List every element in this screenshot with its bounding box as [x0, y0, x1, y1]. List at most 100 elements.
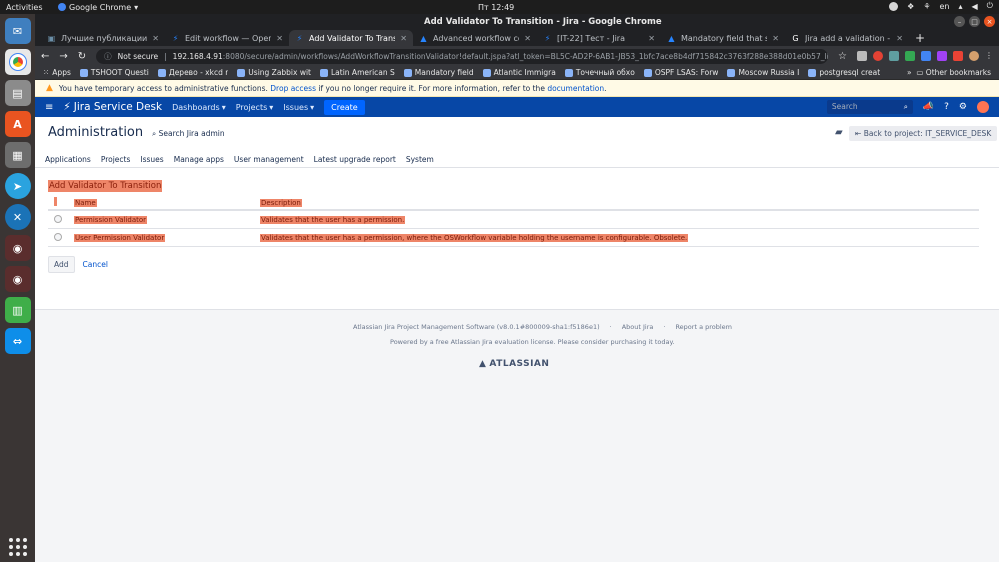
- close-icon[interactable]: ×: [984, 16, 995, 27]
- bookmark-item[interactable]: Mandatory field: [403, 68, 474, 77]
- info-icon[interactable]: ⓘ: [104, 51, 112, 62]
- url-field[interactable]: ⓘ Not secure | 192.168.4.91:8080/secure/…: [96, 48, 829, 64]
- teamviewer-icon[interactable]: ⇔: [4, 328, 31, 354]
- browser-tab-active[interactable]: ⚡ Add Validator To Transiti ✕: [289, 30, 413, 46]
- name-column-header: Name: [74, 198, 97, 207]
- table-row[interactable]: User Permission Validator Validates that…: [48, 229, 979, 247]
- terminal-record-icon-2[interactable]: ◉: [4, 266, 31, 292]
- dropbox-icon[interactable]: ❖: [907, 2, 914, 11]
- tab-close-icon[interactable]: ✕: [524, 34, 531, 43]
- tab-latest-upgrade-report[interactable]: Latest upgrade report: [314, 155, 396, 164]
- cancel-link[interactable]: Cancel: [83, 260, 108, 269]
- search-jira-admin[interactable]: ⌕ Search Jira admin: [152, 129, 225, 139]
- star-icon[interactable]: ☆: [838, 51, 847, 62]
- browser-tab[interactable]: G Jira add a validation - По ✕: [785, 30, 909, 46]
- add-button[interactable]: Add: [48, 256, 75, 273]
- validator-radio[interactable]: [54, 214, 62, 223]
- atlassian-logo[interactable]: ▲ ATLASSIAN: [479, 359, 549, 369]
- documentation-link[interactable]: documentation: [547, 84, 604, 93]
- tab-close-icon[interactable]: ✕: [276, 34, 283, 43]
- feedback-icon[interactable]: ▰: [835, 127, 843, 138]
- bookmark-item[interactable]: Atlantic Immigra: [482, 68, 556, 77]
- tab-close-icon[interactable]: ✕: [772, 34, 779, 43]
- back-to-project-button[interactable]: ⇤ Back to project: IT_SERVICE_DESK: [849, 126, 998, 141]
- browser-tab[interactable]: ▲ Mandatory field that sho ✕: [661, 30, 785, 46]
- volume-icon[interactable]: ◀: [972, 2, 978, 11]
- about-jira-link[interactable]: About Jira: [622, 323, 654, 331]
- opera-extension-icon[interactable]: [873, 51, 883, 61]
- jira-search-input[interactable]: Search ⌕: [826, 100, 913, 114]
- extension-icon[interactable]: [921, 51, 931, 61]
- tab-projects[interactable]: Projects: [101, 155, 131, 164]
- other-bookmarks[interactable]: » ▭ Other bookmarks: [907, 68, 991, 77]
- notifications-icon[interactable]: 📣: [923, 102, 934, 112]
- user-avatar[interactable]: [977, 101, 989, 113]
- profile-avatar[interactable]: [969, 51, 979, 61]
- extension-icon[interactable]: [937, 51, 947, 61]
- report-problem-link[interactable]: Report a problem: [675, 323, 732, 331]
- files-icon[interactable]: ▤: [4, 80, 31, 106]
- new-tab-button[interactable]: +: [909, 30, 931, 46]
- forward-arrow-icon[interactable]: →: [59, 51, 67, 62]
- power-icon[interactable]: ⏻: [987, 1, 993, 11]
- browser-tab[interactable]: ⚡ Edit workflow — Open_p ✕: [165, 30, 289, 46]
- browser-tab[interactable]: ⚡ [IT-22] Тест - Jira ✕: [537, 30, 661, 46]
- software-center-icon[interactable]: A: [4, 111, 31, 137]
- tab-user-management[interactable]: User management: [234, 155, 304, 164]
- trash-icon[interactable]: ⚘: [923, 2, 930, 11]
- bookmark-item[interactable]: Moscow Russia I: [727, 68, 799, 77]
- bookmark-item[interactable]: TSHOOT Questi: [79, 68, 149, 77]
- settings-gear-icon[interactable]: ⚙: [959, 102, 967, 112]
- language-indicator[interactable]: en: [940, 2, 950, 11]
- drop-access-link[interactable]: Drop access: [270, 84, 316, 93]
- reload-icon[interactable]: ↻: [78, 51, 86, 62]
- telegram-icon[interactable]: ➤: [4, 173, 31, 199]
- create-button[interactable]: Create: [324, 99, 365, 115]
- bookmark-item[interactable]: Точечный обхо: [564, 68, 635, 77]
- spreadsheet-icon[interactable]: ▥: [4, 297, 31, 323]
- tab-close-icon[interactable]: ✕: [400, 34, 407, 43]
- maximize-icon[interactable]: □: [969, 16, 980, 27]
- skype-icon[interactable]: [889, 1, 899, 11]
- app-switcher-icon[interactable]: ≡: [45, 102, 53, 113]
- menu-dots-icon[interactable]: ⋮: [985, 51, 993, 61]
- tab-system[interactable]: System: [406, 155, 434, 164]
- jira-logo[interactable]: ⚡ Jira Service Desk: [63, 101, 162, 113]
- tab-manage-apps[interactable]: Manage apps: [174, 155, 224, 164]
- extension-icon[interactable]: [953, 51, 963, 61]
- show-apps-icon[interactable]: [8, 538, 27, 556]
- projects-menu[interactable]: Projects ▾: [236, 103, 274, 112]
- back-arrow-icon[interactable]: ←: [41, 51, 49, 62]
- tab-issues[interactable]: Issues: [140, 155, 163, 164]
- drive-extension-icon[interactable]: [905, 51, 915, 61]
- bookmark-item[interactable]: Latin American S: [320, 68, 395, 77]
- app-menu[interactable]: Google Chrome ▾: [58, 3, 138, 12]
- network-icon[interactable]: ▴: [959, 2, 963, 11]
- gmail-extension-icon[interactable]: [857, 51, 867, 61]
- minimize-icon[interactable]: –: [954, 16, 965, 27]
- table-row[interactable]: Permission Validator Validates that the …: [48, 211, 979, 229]
- tab-applications[interactable]: Applications: [45, 155, 91, 164]
- browser-tab[interactable]: ▣ Лучшие публикации за с ✕: [41, 30, 165, 46]
- thunderbird-icon[interactable]: ✉: [4, 18, 31, 44]
- bookmark-item[interactable]: Дерево - xkcd r: [157, 68, 228, 77]
- bookmark-apps[interactable]: ⁙ Apps: [43, 68, 71, 77]
- terminal-record-icon[interactable]: ◉: [4, 235, 31, 261]
- extension-icon[interactable]: [889, 51, 899, 61]
- tab-close-icon[interactable]: ✕: [152, 34, 159, 43]
- activities-button[interactable]: Activities: [0, 3, 58, 12]
- bookmark-item[interactable]: OSPF LSAS: Forw: [643, 68, 718, 77]
- bookmark-item[interactable]: Using Zabbix wit: [237, 68, 311, 77]
- remmina-icon[interactable]: ✕: [4, 204, 31, 230]
- browser-tab[interactable]: ▲ Advanced workflow conf ✕: [413, 30, 537, 46]
- validator-radio[interactable]: [54, 232, 62, 241]
- bookmark-item[interactable]: postgresql creat: [808, 68, 880, 77]
- issues-menu[interactable]: Issues ▾: [283, 103, 314, 112]
- tab-close-icon[interactable]: ✕: [896, 34, 903, 43]
- help-icon[interactable]: ?: [944, 102, 949, 112]
- clock[interactable]: Пт 12:49: [478, 3, 514, 12]
- dashboards-menu[interactable]: Dashboards ▾: [172, 103, 226, 112]
- tab-close-icon[interactable]: ✕: [648, 34, 655, 43]
- chrome-dock-icon[interactable]: [4, 49, 31, 75]
- calculator-icon[interactable]: ▦: [4, 142, 31, 168]
